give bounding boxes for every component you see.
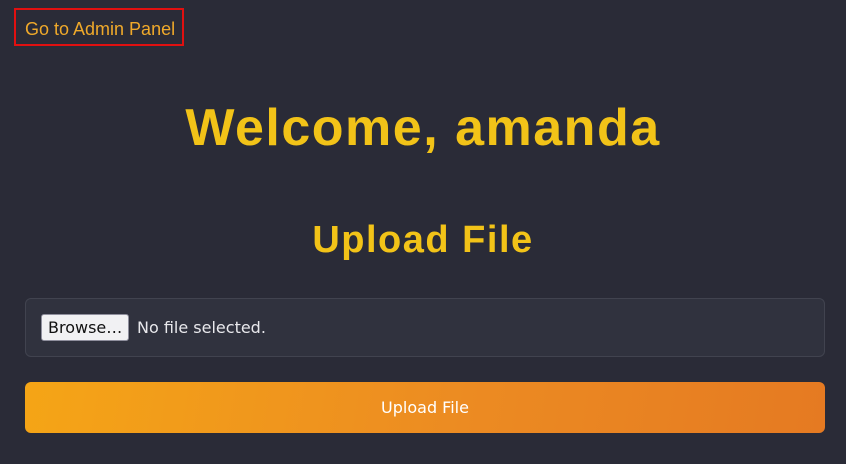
file-status-text: No file selected. xyxy=(137,318,266,337)
upload-file-heading: Upload File xyxy=(312,219,534,261)
welcome-heading: Welcome, amanda xyxy=(185,99,661,157)
browse-button[interactable]: Browse… xyxy=(41,314,130,341)
file-input[interactable]: Browse… No file selected. xyxy=(25,298,825,357)
admin-panel-link[interactable]: Go to Admin Panel xyxy=(14,8,184,46)
upload-file-button[interactable]: Upload File xyxy=(25,382,825,433)
